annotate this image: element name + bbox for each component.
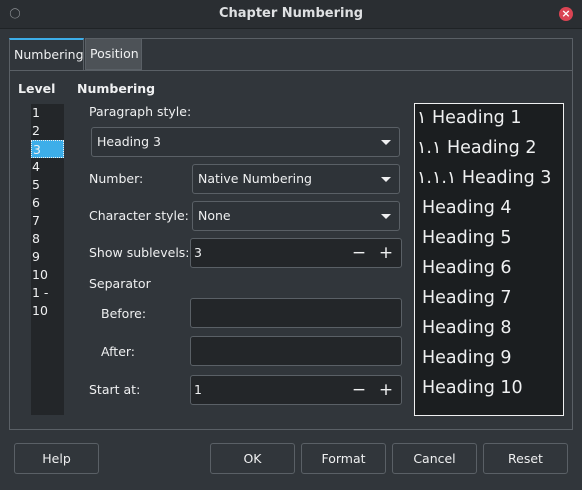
preview-line: Heading 5 (422, 228, 512, 248)
before-label: Before: (101, 306, 147, 321)
numbering-heading: Numbering (77, 81, 156, 96)
start-at-label: Start at: (89, 382, 141, 397)
preview-line: Heading 10 (422, 378, 523, 398)
ok-button[interactable]: OK (210, 443, 295, 474)
level-item-7[interactable]: 7 (31, 212, 64, 230)
chevron-down-icon (381, 140, 391, 145)
after-input[interactable] (190, 336, 402, 366)
level-item-6[interactable]: 6 (31, 194, 64, 212)
before-input[interactable] (190, 298, 402, 328)
preview-line: Heading 4 (422, 198, 512, 218)
character-style-value: None (198, 208, 231, 223)
level-item-8[interactable]: 8 (31, 230, 64, 248)
help-button[interactable]: Help (14, 443, 99, 474)
preview-line: Heading 8 (422, 318, 512, 338)
minus-icon[interactable]: − (347, 376, 371, 404)
level-item-10[interactable]: 10 (31, 266, 64, 284)
tab-position[interactable]: Position (85, 38, 142, 70)
level-item-4[interactable]: 4 (31, 158, 64, 176)
close-icon[interactable]: × (559, 7, 573, 21)
paragraph-style-combo[interactable]: Heading 3 (91, 127, 400, 157)
chevron-down-icon (381, 177, 391, 182)
plus-icon[interactable]: + (374, 376, 398, 404)
level-heading: Level (18, 81, 56, 96)
preview-line: Heading 6 (422, 258, 512, 278)
character-style-combo[interactable]: None (192, 201, 400, 231)
level-item-9[interactable]: 9 (31, 248, 64, 266)
character-style-label: Character style: (89, 208, 189, 223)
tab-bar-line (142, 38, 573, 70)
start-at-value[interactable]: 1 (194, 382, 202, 397)
level-item-1[interactable]: 1 (31, 104, 64, 122)
level-item-2[interactable]: 2 (31, 122, 64, 140)
show-sublevels-spinbox[interactable]: 3 − + (190, 238, 402, 268)
number-label: Number: (89, 171, 144, 186)
preview-line: Heading 9 (422, 348, 512, 368)
preview-line: Heading 7 (422, 288, 512, 308)
tab-numbering[interactable]: Numbering (9, 38, 84, 70)
separator-heading: Separator (89, 276, 151, 291)
title-bar: ◯ Chapter Numbering × (0, 0, 582, 29)
window-title: Chapter Numbering (218, 6, 364, 21)
preview-line: ١.١ Heading 2 (417, 138, 537, 158)
paragraph-style-value: Heading 3 (97, 134, 161, 149)
reset-button[interactable]: Reset (483, 443, 568, 474)
cancel-button[interactable]: Cancel (392, 443, 477, 474)
paragraph-style-label: Paragraph style: (89, 104, 192, 119)
level-item-all[interactable]: 1 - 10 (31, 284, 64, 318)
format-button[interactable]: Format (301, 443, 386, 474)
numbering-preview: ١ Heading 1 ١.١ Heading 2 ١.١.١ Heading … (414, 103, 564, 416)
start-at-spinbox[interactable]: 1 − + (190, 375, 402, 405)
level-item-3[interactable]: 3 (31, 140, 64, 158)
level-item-5[interactable]: 5 (31, 176, 64, 194)
after-label: After: (101, 344, 136, 359)
chevron-down-icon (381, 214, 391, 219)
minus-icon[interactable]: − (347, 239, 371, 267)
preview-line: ١ Heading 1 (417, 108, 522, 128)
chapter-numbering-dialog: ◯ Chapter Numbering × Numbering Position… (0, 0, 582, 490)
plus-icon[interactable]: + (374, 239, 398, 267)
show-sublevels-value[interactable]: 3 (194, 245, 202, 260)
level-list[interactable]: 1 2 3 4 5 6 7 8 9 10 1 - 10 (31, 104, 64, 415)
number-combo[interactable]: Native Numbering (192, 164, 400, 194)
number-value: Native Numbering (198, 171, 312, 186)
preview-line: ١.١.١ Heading 3 (417, 168, 552, 188)
show-sublevels-label: Show sublevels: (89, 245, 190, 260)
